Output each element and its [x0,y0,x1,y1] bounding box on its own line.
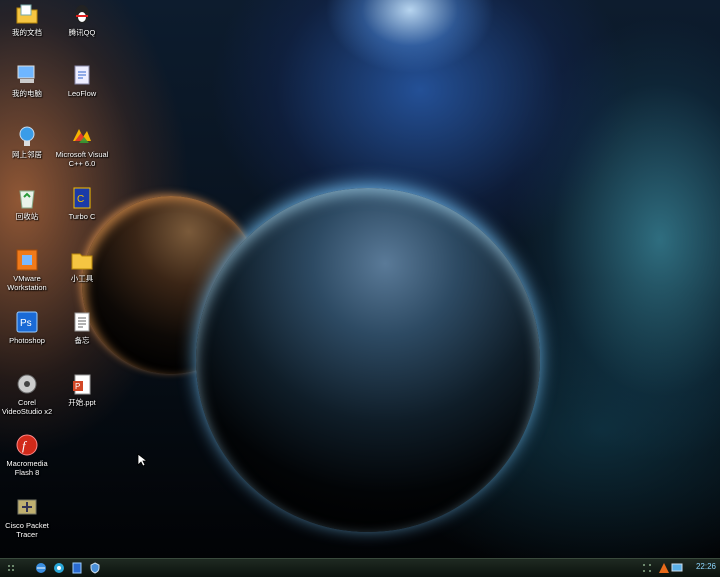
desktop-icon-qq[interactable]: 腾讯QQ [52,2,112,37]
desktop-icon-label: 我的文档 [12,28,42,37]
desktop-icon-photoshop[interactable]: Ps Photoshop [0,310,57,345]
folder-icon [70,248,94,272]
turbo-c-icon: C [70,186,94,210]
text-file-icon [70,310,94,334]
desktop-icon-my-computer[interactable]: 我的电脑 [0,63,57,98]
flash-icon: f [15,433,39,457]
computer-icon [15,63,39,87]
desktop-icon-label: Cisco Packet Tracer [5,521,49,539]
desktop-icon-label: 开始.ppt [68,398,96,407]
svg-text:C: C [77,194,84,205]
network-globe-icon [15,124,39,148]
desktop-icon-recycle-bin[interactable]: 回收站 [0,186,57,221]
desktop-icon-label: 备忘 [74,336,90,345]
visual-cpp-icon [70,124,94,148]
powerpoint-file-icon: P [70,372,94,396]
desktop-icon-label: 网上邻居 [12,150,42,159]
ie-icon[interactable] [34,561,48,575]
desktop-icon-memo[interactable]: 备忘 [52,310,112,345]
desktop-icon-vmware[interactable]: VMware Workstation [0,248,57,292]
film-reel-icon [15,372,39,396]
desktop-icon-label: Photoshop [9,336,45,345]
photoshop-icon: Ps [15,310,39,334]
qq-penguin-icon [70,2,94,26]
desktop-icon-label: VMware Workstation [7,274,47,292]
desktop-icon-ppt-file[interactable]: P 开始.ppt [52,372,112,407]
book-icon[interactable] [70,561,84,575]
desktop-icon-visual-cpp[interactable]: Microsoft Visual C++ 6.0 [52,124,112,168]
start-button[interactable] [4,561,18,575]
shield-icon[interactable] [88,561,102,575]
taskbar: 22:26 [0,558,720,577]
desktop-icon-turbo-c[interactable]: C Turbo C [52,186,112,221]
desktop-icon-label: 腾讯QQ [68,28,96,37]
desktop-icon-leoflow[interactable]: LeoFlow [52,63,112,98]
desktop-icon-my-documents[interactable]: 我的文档 [0,2,57,37]
desktop-icon-label: 回收站 [15,212,39,221]
recycle-bin-icon [15,186,39,210]
desktop-icon-label: Microsoft Visual C++ 6.0 [55,150,109,168]
vmware-icon [15,248,39,272]
mouse-cursor-icon [137,453,149,472]
desktop-icon-network[interactable]: 网上邻居 [0,124,57,159]
desktop-icon-flash[interactable]: f Macromedia Flash 8 [0,433,57,477]
desktop-icon-label: 我的电脑 [12,89,42,98]
taskbar-clock[interactable]: 22:26 [696,562,716,571]
desktop-icon-label: LeoFlow [67,89,97,98]
tray-network-icon[interactable] [670,561,684,575]
svg-text:P: P [75,382,80,391]
folder-document-icon [15,2,39,26]
tray-antivirus-icon[interactable] [657,561,671,575]
desktop-icon-corel-videostudio[interactable]: Corel VideoStudio x2 [0,372,57,416]
desktop-icon-tools-folder[interactable]: 小工具 [52,248,112,283]
desktop-icon-packet-tracer[interactable]: Cisco Packet Tracer [0,495,57,539]
svg-text:Ps: Ps [20,318,32,329]
desktop-icon-label: 小工具 [70,274,94,283]
tray-grid-icon[interactable] [640,561,654,575]
document-icon [70,63,94,87]
desktop-icon-label: Corel VideoStudio x2 [1,398,53,416]
packet-tracer-icon [15,495,39,519]
explorer-icon[interactable] [52,561,66,575]
large-planet-image [196,188,540,532]
desktop-icon-label: Turbo C [68,212,96,221]
desktop-icon-label: Macromedia Flash 8 [6,459,48,477]
